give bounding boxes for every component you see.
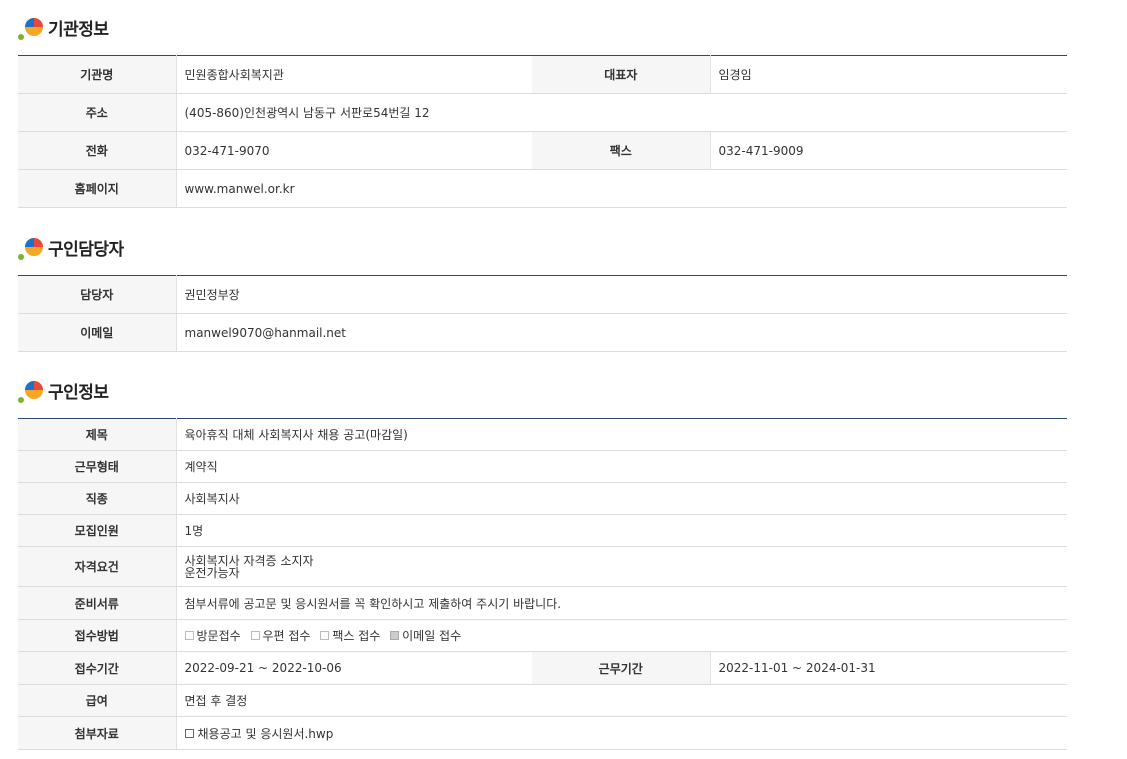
org-info-section: 기관정보 기관명 민원종합사회복지관 대표자 임경임 주소 (405-860)인… — [18, 12, 1067, 208]
salary-value: 면접 후 결정 — [176, 684, 1067, 717]
table-row: 모집인원 1명 — [18, 514, 1067, 547]
checkbox-checked-icon — [390, 631, 400, 640]
org-name-label: 기관명 — [18, 55, 177, 94]
contact-section: 구인담당자 담당자 권민정부장 이메일 manwel9070@hanmail.n… — [18, 232, 1067, 352]
qualification-value: 사회복지사 자격증 소지자 운전가능자 — [176, 546, 1067, 587]
table-row: 첨부자료 채용공고 및 응시원서.hwp — [18, 716, 1067, 750]
table-row: 주소 (405-860)인천광역시 남동구 서판로54번길 12 — [18, 93, 1067, 132]
table-row: 이메일 manwel9070@hanmail.net — [18, 313, 1067, 352]
address-value: (405-860)인천광역시 남동구 서판로54번길 12 — [176, 93, 1067, 132]
table-row: 근무형태 계약직 — [18, 450, 1067, 483]
apply-period-label: 접수기간 — [18, 651, 177, 685]
phone-label: 전화 — [18, 131, 177, 170]
contact-person-value: 권민정부장 — [176, 275, 1067, 314]
table-row: 직종 사회복지사 — [18, 482, 1067, 515]
section-logo-icon — [18, 234, 44, 260]
apply-method-options: 방문접수 우편 접수 팩스 접수 이메일 접수 — [176, 619, 1067, 652]
qualification-line: 사회복지사 자격증 소지자 — [184, 553, 314, 568]
representative-value: 임경임 — [710, 55, 1067, 94]
phone-value: 032-471-9070 — [176, 131, 532, 170]
work-period-value: 2022-11-01 ~ 2024-01-31 — [710, 651, 1067, 685]
apply-method-label: 접수방법 — [18, 619, 177, 652]
table-row: 준비서류 첨부서류에 공고문 및 응시원서를 꼭 확인하시고 제출하여 주시기 … — [18, 586, 1067, 620]
salary-label: 급여 — [18, 684, 177, 717]
work-type-value: 계약직 — [176, 450, 1067, 483]
qualification-line: 운전가능자 — [184, 565, 240, 580]
attachment-cell: 채용공고 및 응시원서.hwp — [176, 716, 1067, 750]
job-info-header: 구인정보 — [18, 375, 1067, 405]
headcount-value: 1명 — [176, 514, 1067, 547]
method-email: 이메일 접수 — [390, 629, 461, 643]
table-row: 접수방법 방문접수 우편 접수 팩스 접수 이메일 접수 — [18, 619, 1067, 652]
email-value: manwel9070@hanmail.net — [176, 313, 1067, 352]
fax-value: 032-471-9009 — [710, 131, 1067, 170]
job-info-table: 제목 육아휴직 대체 사회복지사 채용 공고(마감일) 근무형태 계약직 직종 … — [18, 418, 1067, 750]
attachment-label: 첨부자료 — [18, 716, 177, 750]
table-row: 기관명 민원종합사회복지관 대표자 임경임 — [18, 55, 1067, 94]
work-type-label: 근무형태 — [18, 450, 177, 483]
checkbox-icon — [184, 631, 194, 640]
qualification-label: 자격요건 — [18, 546, 177, 587]
table-row: 홈페이지 www.manwel.or.kr — [18, 169, 1067, 208]
section-logo-icon — [18, 14, 44, 40]
checkbox-icon — [250, 631, 260, 640]
contact-title: 구인담당자 — [48, 239, 124, 260]
attachment-link[interactable]: 채용공고 및 응시원서.hwp — [198, 727, 334, 741]
subject-label: 제목 — [18, 418, 177, 451]
work-period-label: 근무기간 — [532, 651, 711, 685]
table-row: 접수기간 2022-09-21 ~ 2022-10-06 근무기간 2022-1… — [18, 651, 1067, 685]
documents-label: 준비서류 — [18, 586, 177, 620]
checkbox-icon — [320, 631, 330, 640]
contact-person-label: 담당자 — [18, 275, 177, 314]
table-row: 담당자 권민정부장 — [18, 275, 1067, 314]
job-info-section: 구인정보 제목 육아휴직 대체 사회복지사 채용 공고(마감일) 근무형태 계약… — [18, 375, 1067, 750]
address-label: 주소 — [18, 93, 177, 132]
table-row: 급여 면접 후 결정 — [18, 684, 1067, 717]
subject-value: 육아휴직 대체 사회복지사 채용 공고(마감일) — [176, 418, 1067, 451]
email-label: 이메일 — [18, 313, 177, 352]
representative-label: 대표자 — [532, 55, 711, 94]
org-info-header: 기관정보 — [18, 12, 1067, 42]
method-mail: 우편 접수 — [250, 629, 310, 643]
homepage-label: 홈페이지 — [18, 169, 177, 208]
homepage-link[interactable]: www.manwel.or.kr — [176, 169, 1067, 208]
org-info-title: 기관정보 — [48, 19, 109, 40]
job-type-label: 직종 — [18, 482, 177, 515]
contact-table: 담당자 권민정부장 이메일 manwel9070@hanmail.net — [18, 275, 1067, 352]
org-name-value: 민원종합사회복지관 — [176, 55, 532, 94]
contact-header: 구인담당자 — [18, 232, 1067, 262]
method-fax: 팩스 접수 — [320, 629, 380, 643]
org-info-table: 기관명 민원종합사회복지관 대표자 임경임 주소 (405-860)인천광역시 … — [18, 55, 1067, 208]
job-type-value: 사회복지사 — [176, 482, 1067, 515]
fax-label: 팩스 — [532, 131, 711, 170]
job-info-title: 구인정보 — [48, 382, 109, 403]
apply-period-value: 2022-09-21 ~ 2022-10-06 — [176, 651, 532, 685]
table-row: 전화 032-471-9070 팩스 032-471-9009 — [18, 131, 1067, 170]
documents-value: 첨부서류에 공고문 및 응시원서를 꼭 확인하시고 제출하여 주시기 바랍니다. — [176, 586, 1067, 620]
section-logo-icon — [18, 377, 44, 403]
headcount-label: 모집인원 — [18, 514, 177, 547]
table-row: 제목 육아휴직 대체 사회복지사 채용 공고(마감일) — [18, 418, 1067, 451]
method-visit: 방문접수 — [184, 629, 241, 643]
table-row: 자격요건 사회복지사 자격증 소지자 운전가능자 — [18, 546, 1067, 587]
file-icon — [184, 728, 194, 738]
